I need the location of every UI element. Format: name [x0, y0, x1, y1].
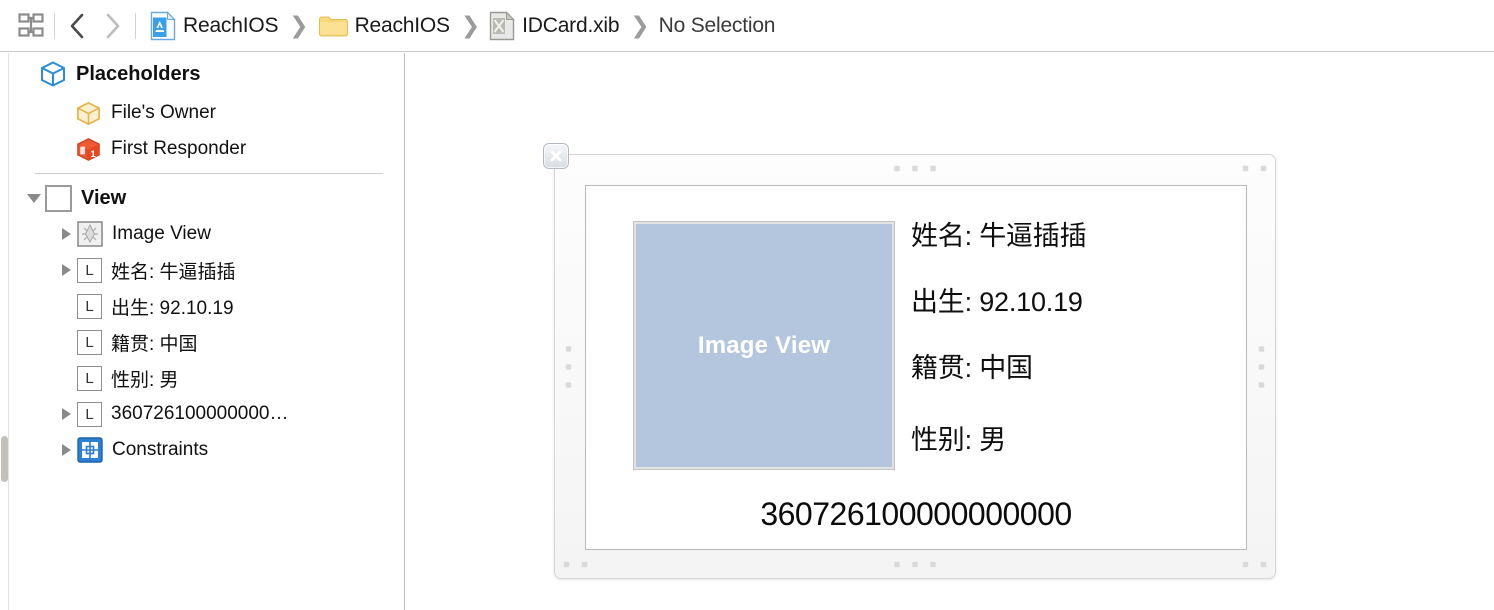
placeholders-title: Placeholders — [76, 62, 201, 85]
resize-handle-right[interactable] — [1259, 346, 1264, 387]
label-icon: L — [77, 365, 102, 391]
image-view-disclosure-triangle[interactable] — [55, 228, 77, 240]
canvas-label-id-number[interactable]: 360726100000000000 — [586, 496, 1246, 533]
resize-handle-top-right[interactable] — [1243, 166, 1266, 171]
label-icon: L — [77, 329, 102, 355]
canvas-label-name[interactable]: 姓名: 牛逼插插 — [911, 214, 1087, 253]
breadcrumb-label-selection: No Selection — [658, 13, 776, 37]
files-owner-cube-icon — [75, 100, 102, 127]
sidebar-section-divider — [35, 173, 383, 174]
xcode-project-icon — [150, 10, 176, 41]
label-name-text: 姓名: 牛逼插插 — [111, 261, 236, 283]
sidebar-scrollbar[interactable] — [0, 53, 9, 610]
files-owner-label: File's Owner — [111, 102, 216, 123]
close-icon[interactable] — [543, 143, 569, 169]
resize-handle-bottom-left[interactable] — [564, 562, 587, 567]
breadcrumb-chevron-1: ❯ — [289, 12, 309, 38]
sidebar-item-view[interactable]: View — [9, 180, 404, 216]
breadcrumb-item-selection[interactable]: No Selection — [659, 14, 776, 38]
label-birth-text: 出生: 92.10.19 — [111, 297, 234, 319]
resize-handle-left[interactable] — [566, 346, 571, 387]
canvas-image-view[interactable]: Image View — [633, 221, 895, 470]
close-x-glyph — [550, 150, 562, 162]
image-view-icon — [77, 221, 103, 247]
sidebar-item-label-name[interactable]: L 姓名: 牛逼插插 — [9, 252, 404, 288]
canvas-label-birth[interactable]: 出生: 92.10.19 — [911, 280, 1083, 319]
sidebar-item-placeholders[interactable]: Placeholders — [9, 53, 404, 95]
label-id-disclosure-triangle[interactable] — [55, 408, 77, 420]
sidebar-item-image-view[interactable]: Image View — [9, 216, 404, 252]
toolbar-divider-2 — [135, 12, 136, 39]
root-view[interactable]: Image View 姓名: 牛逼插插 出生: 92.10.19 籍贯: 中国 … — [585, 185, 1247, 550]
view-square-icon — [45, 184, 72, 212]
folder-icon — [318, 14, 348, 38]
sidebar-item-label-id[interactable]: L 360726100000000… — [9, 396, 404, 432]
xib-file-icon — [489, 10, 515, 41]
sidebar-item-label-gender[interactable]: L 性别: 男 — [9, 360, 404, 396]
resize-handle-bottom-right[interactable] — [1243, 562, 1266, 567]
constraints-label: Constraints — [112, 439, 209, 460]
grid-layout-icon-svg — [18, 12, 44, 37]
view-controller-frame[interactable]: Image View 姓名: 牛逼插插 出生: 92.10.19 籍贯: 中国 … — [543, 143, 1276, 579]
cube-outline-icon — [39, 60, 67, 88]
first-responder-cube-icon: 1 — [75, 136, 102, 163]
sidebar-item-files-owner[interactable]: File's Owner — [9, 95, 404, 131]
breadcrumb-label-folder: ReachIOS — [354, 13, 450, 37]
sidebar-item-label-origin[interactable]: L 籍贯: 中国 — [9, 324, 404, 360]
breadcrumb-chevron-2: ❯ — [460, 12, 481, 38]
image-view-label: Image View — [112, 223, 211, 244]
resize-handle-top[interactable] — [894, 166, 936, 171]
back-button[interactable] — [61, 9, 95, 43]
breadcrumb-toolbar: ReachIOS ❯ ReachIOS ❯ IDCard.xib ❯ No Se… — [0, 0, 1494, 52]
label-icon: L — [77, 257, 102, 283]
breadcrumb-label-project: ReachIOS — [183, 13, 279, 37]
breadcrumb-item-file[interactable]: IDCard.xib — [489, 10, 620, 41]
label-gender-text: 性别: 男 — [111, 369, 179, 391]
breadcrumb-item-project[interactable]: ReachIOS — [150, 10, 279, 41]
view-label: View — [81, 186, 127, 209]
constraints-disclosure-triangle[interactable] — [55, 444, 77, 456]
canvas-label-gender[interactable]: 性别: 男 — [911, 418, 1006, 457]
breadcrumb: ReachIOS ❯ ReachIOS ❯ IDCard.xib ❯ No Se… — [150, 10, 776, 41]
label-icon: L — [77, 401, 102, 427]
label-name-disclosure-triangle[interactable] — [55, 264, 77, 276]
interface-builder-canvas[interactable]: Image View 姓名: 牛逼插插 出生: 92.10.19 籍贯: 中国 … — [406, 53, 1494, 610]
breadcrumb-label-file: IDCard.xib — [522, 13, 620, 37]
document-outline-sidebar: Placeholders File's Owner 1 First Respon… — [0, 53, 405, 610]
svg-text:1: 1 — [90, 149, 96, 160]
toolbar-divider-1 — [54, 12, 55, 39]
canvas-label-origin[interactable]: 籍贯: 中国 — [911, 346, 1033, 385]
sidebar-item-label-birth[interactable]: L 出生: 92.10.19 — [9, 288, 404, 324]
resize-handle-bottom[interactable] — [894, 562, 936, 567]
label-origin-text: 籍贯: 中国 — [111, 333, 198, 355]
breadcrumb-item-folder[interactable]: ReachIOS — [318, 14, 450, 38]
chevron-right-icon — [106, 13, 120, 38]
view-disclosure-triangle[interactable] — [23, 193, 45, 203]
forward-button[interactable] — [95, 9, 129, 43]
sidebar-item-constraints[interactable]: Constraints — [9, 432, 404, 468]
chevron-left-icon — [70, 13, 84, 38]
sidebar-item-first-responder[interactable]: 1 First Responder — [9, 131, 404, 167]
constraints-icon — [77, 437, 103, 463]
breadcrumb-chevron-3: ❯ — [630, 12, 650, 38]
sidebar-scrollbar-thumb[interactable] — [1, 436, 8, 482]
label-icon: L — [77, 293, 102, 319]
grid-layout-icon[interactable] — [14, 9, 48, 43]
label-id-text: 360726100000000… — [111, 403, 289, 424]
canvas-image-view-placeholder-text: Image View — [697, 331, 831, 359]
first-responder-label: First Responder — [111, 138, 247, 159]
